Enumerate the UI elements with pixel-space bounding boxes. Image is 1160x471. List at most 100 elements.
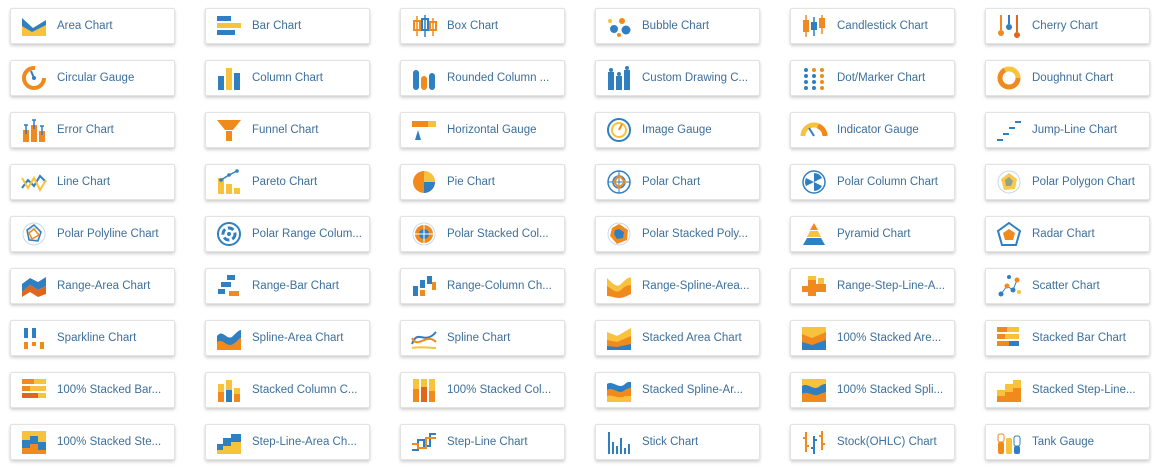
chart-type-label: Jump-Line Chart bbox=[1032, 124, 1118, 136]
pyramid-chart-icon bbox=[803, 223, 825, 245]
chart-type-card-polar-stacked-column-chart[interactable]: Polar Stacked Col... bbox=[400, 216, 565, 252]
stacked-area-chart-icon bbox=[607, 328, 631, 350]
chart-type-card-jump-line-chart[interactable]: Jump-Line Chart bbox=[985, 112, 1150, 148]
chart-type-card-polar-chart[interactable]: Polar Chart bbox=[595, 164, 760, 200]
polar-range-column-chart-icon bbox=[217, 222, 241, 246]
spline-chart-icon bbox=[411, 331, 437, 349]
chart-type-card-full-stacked-area-chart[interactable]: 100% Stacked Are... bbox=[790, 320, 955, 356]
chart-type-card-image-gauge[interactable]: Image Gauge bbox=[595, 112, 760, 148]
tank-gauge-icon bbox=[997, 433, 1021, 454]
chart-type-card-scatter-chart[interactable]: Scatter Chart bbox=[985, 268, 1150, 304]
chart-type-label: 100% Stacked Spli... bbox=[837, 384, 944, 396]
chart-type-label: Range-Step-Line-A... bbox=[837, 280, 946, 292]
chart-type-card-dot-marker-chart[interactable]: Dot/Marker Chart bbox=[790, 60, 955, 96]
chart-type-card-box-chart[interactable]: Box Chart bbox=[400, 8, 565, 44]
full-stacked-bar-chart-icon bbox=[22, 379, 46, 398]
scatter-chart-icon bbox=[998, 275, 1021, 297]
chart-type-card-full-stacked-column-chart[interactable]: 100% Stacked Col... bbox=[400, 372, 565, 408]
area-chart-icon bbox=[22, 18, 46, 36]
chart-type-card-custom-drawing-chart[interactable]: Custom Drawing C... bbox=[595, 60, 760, 96]
chart-type-card-stacked-area-chart[interactable]: Stacked Area Chart bbox=[595, 320, 760, 356]
chart-type-label: Step-Line-Area Ch... bbox=[252, 436, 357, 448]
radar-chart-icon bbox=[996, 221, 1022, 246]
error-chart-icon bbox=[23, 119, 45, 142]
chart-type-card-error-chart[interactable]: Error Chart bbox=[10, 112, 175, 148]
cherry-chart-icon bbox=[998, 15, 1020, 38]
chart-type-card-full-stacked-bar-chart[interactable]: 100% Stacked Bar... bbox=[10, 372, 175, 408]
chart-type-card-polar-range-column-chart[interactable]: Polar Range Colum... bbox=[205, 216, 370, 252]
chart-type-card-funnel-chart[interactable]: Funnel Chart bbox=[205, 112, 370, 148]
chart-type-card-stick-chart[interactable]: Stick Chart bbox=[595, 424, 760, 460]
chart-type-label: Range-Area Chart bbox=[57, 280, 151, 292]
stacked-column-chart-icon bbox=[218, 380, 240, 402]
chart-type-card-polar-stacked-polygon-chart[interactable]: Polar Stacked Poly... bbox=[595, 216, 760, 252]
polar-stacked-polygon-chart-icon bbox=[607, 222, 631, 246]
candlestick-chart-icon bbox=[803, 15, 825, 37]
chart-type-label: Box Chart bbox=[447, 20, 499, 32]
polar-stacked-column-chart-icon bbox=[412, 222, 436, 246]
chart-type-label: Pyramid Chart bbox=[837, 228, 911, 240]
box-chart-icon bbox=[413, 15, 437, 37]
chart-type-card-stacked-column-chart[interactable]: Stacked Column C... bbox=[205, 372, 370, 408]
chart-type-label: Line Chart bbox=[57, 176, 111, 188]
full-stacked-area-chart-icon bbox=[802, 327, 826, 350]
chart-type-label: Polar Column Chart bbox=[837, 176, 938, 188]
full-stacked-spline-area-chart-icon bbox=[802, 379, 826, 402]
chart-type-card-doughnut-chart[interactable]: Doughnut Chart bbox=[985, 60, 1150, 96]
chart-type-card-spline-chart[interactable]: Spline Chart bbox=[400, 320, 565, 356]
chart-type-card-tank-gauge[interactable]: Tank Gauge bbox=[985, 424, 1150, 460]
horizontal-gauge-icon bbox=[412, 121, 436, 140]
chart-type-card-range-area-chart[interactable]: Range-Area Chart bbox=[10, 268, 175, 304]
chart-type-card-stacked-spline-area-chart[interactable]: Stacked Spline-Ar... bbox=[595, 372, 760, 408]
chart-type-card-cherry-chart[interactable]: Cherry Chart bbox=[985, 8, 1150, 44]
pareto-chart-icon bbox=[218, 169, 240, 194]
sparkline-chart-icon bbox=[24, 328, 44, 349]
range-column-chart-icon bbox=[413, 276, 436, 296]
chart-type-card-full-stacked-step-line-chart[interactable]: 100% Stacked Ste... bbox=[10, 424, 175, 460]
chart-type-label: Error Chart bbox=[57, 124, 114, 136]
chart-type-card-stacked-step-line-chart[interactable]: Stacked Step-Line... bbox=[985, 372, 1150, 408]
chart-type-card-range-column-chart[interactable]: Range-Column Ch... bbox=[400, 268, 565, 304]
chart-type-card-line-chart[interactable]: Line Chart bbox=[10, 164, 175, 200]
chart-type-card-radar-chart[interactable]: Radar Chart bbox=[985, 216, 1150, 252]
chart-type-card-candlestick-chart[interactable]: Candlestick Chart bbox=[790, 8, 955, 44]
rounded-column-chart-icon bbox=[413, 70, 435, 90]
chart-type-label: Polar Stacked Col... bbox=[447, 228, 549, 240]
chart-type-card-column-chart[interactable]: Column Chart bbox=[205, 60, 370, 96]
chart-type-card-pie-chart[interactable]: Pie Chart bbox=[400, 164, 565, 200]
chart-type-card-horizontal-gauge[interactable]: Horizontal Gauge bbox=[400, 112, 565, 148]
chart-type-label: Range-Bar Chart bbox=[252, 280, 339, 292]
chart-type-card-range-spline-area-chart[interactable]: Range-Spline-Area... bbox=[595, 268, 760, 304]
pie-chart-icon bbox=[413, 171, 435, 193]
chart-type-label: Scatter Chart bbox=[1032, 280, 1100, 292]
chart-type-card-step-line-chart[interactable]: Step-Line Chart bbox=[400, 424, 565, 460]
chart-type-label: Bubble Chart bbox=[642, 20, 710, 32]
chart-type-card-circular-gauge[interactable]: Circular Gauge bbox=[10, 60, 175, 96]
chart-type-card-bar-chart[interactable]: Bar Chart bbox=[205, 8, 370, 44]
chart-type-card-polar-polyline-chart[interactable]: Polar Polyline Chart bbox=[10, 216, 175, 252]
chart-type-card-pyramid-chart[interactable]: Pyramid Chart bbox=[790, 216, 955, 252]
range-spline-area-chart-icon bbox=[607, 277, 631, 298]
chart-type-card-area-chart[interactable]: Area Chart bbox=[10, 8, 175, 44]
chart-type-card-range-step-line-area-chart[interactable]: Range-Step-Line-A... bbox=[790, 268, 955, 304]
chart-type-label: Step-Line Chart bbox=[447, 436, 528, 448]
chart-type-card-sparkline-chart[interactable]: Sparkline Chart bbox=[10, 320, 175, 356]
chart-type-card-stock-ohlc-chart[interactable]: Stock(OHLC) Chart bbox=[790, 424, 955, 460]
chart-type-card-polar-polygon-chart[interactable]: Polar Polygon Chart bbox=[985, 164, 1150, 200]
column-chart-icon bbox=[218, 68, 240, 90]
chart-type-card-full-stacked-spline-area-chart[interactable]: 100% Stacked Spli... bbox=[790, 372, 955, 408]
chart-type-label: Candlestick Chart bbox=[837, 20, 928, 32]
chart-type-card-spline-area-chart[interactable]: Spline-Area Chart bbox=[205, 320, 370, 356]
chart-type-card-bubble-chart[interactable]: Bubble Chart bbox=[595, 8, 760, 44]
chart-type-card-step-line-area-chart[interactable]: Step-Line-Area Ch... bbox=[205, 424, 370, 460]
chart-type-card-polar-column-chart[interactable]: Polar Column Chart bbox=[790, 164, 955, 200]
chart-type-card-stacked-bar-chart[interactable]: Stacked Bar Chart bbox=[985, 320, 1150, 356]
circular-gauge-icon bbox=[22, 66, 46, 90]
chart-type-card-rounded-column-chart[interactable]: Rounded Column ... bbox=[400, 60, 565, 96]
dot-marker-chart-icon bbox=[804, 68, 824, 90]
chart-type-label: Horizontal Gauge bbox=[447, 124, 537, 136]
chart-type-card-range-bar-chart[interactable]: Range-Bar Chart bbox=[205, 268, 370, 304]
chart-type-label: Polar Polygon Chart bbox=[1032, 176, 1135, 188]
chart-type-card-pareto-chart[interactable]: Pareto Chart bbox=[205, 164, 370, 200]
chart-type-card-indicator-gauge[interactable]: Indicator Gauge bbox=[790, 112, 955, 148]
